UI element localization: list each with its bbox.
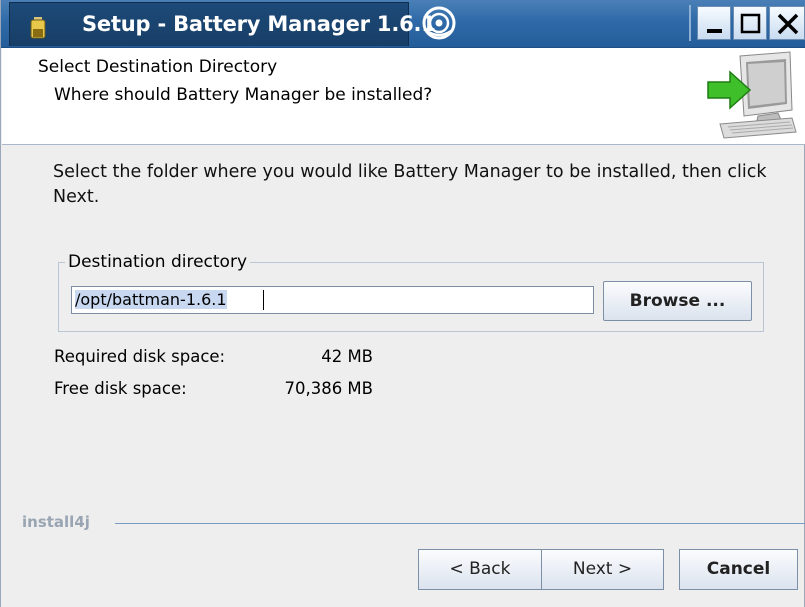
computer-with-arrow-icon	[707, 51, 797, 139]
cancel-button[interactable]: Cancel	[679, 549, 798, 590]
required-space-value: 42 MB	[321, 347, 373, 366]
free-space-label: Free disk space:	[54, 379, 187, 398]
installer-brand: install4j	[22, 513, 90, 531]
minimize-button[interactable]	[697, 6, 731, 40]
maximize-icon	[740, 13, 761, 34]
browse-button[interactable]: Browse ...	[603, 281, 752, 321]
title-divider	[689, 5, 691, 41]
next-button[interactable]: Next >	[541, 549, 664, 590]
installer-window: Setup - Battery Manager 1.6.1 Select Des…	[0, 0, 805, 607]
maximize-button[interactable]	[733, 6, 767, 40]
page-title: Select Destination Directory	[38, 57, 278, 77]
close-button[interactable]	[769, 6, 805, 40]
title-tab[interactable]: Setup - Battery Manager 1.6.1	[9, 2, 436, 46]
minimize-icon	[707, 29, 722, 33]
required-space-label: Required disk space:	[54, 347, 226, 366]
free-space-value: 70,386 MB	[284, 379, 373, 398]
close-icon	[777, 13, 799, 35]
footer-divider	[115, 523, 805, 524]
distro-logo-icon	[422, 6, 456, 40]
title-bar[interactable]: Setup - Battery Manager 1.6.1	[1, 0, 805, 48]
page-subtitle: Where should Battery Manager be installe…	[54, 85, 433, 105]
back-button[interactable]: < Back	[418, 549, 542, 590]
instruction-text: Select the folder where you would like B…	[53, 162, 767, 207]
window-title: Setup - Battery Manager 1.6.1	[82, 12, 436, 36]
text-caret	[263, 290, 264, 310]
destination-group-label: Destination directory	[65, 252, 251, 272]
destination-directory-value: /opt/battman-1.6.1	[75, 290, 227, 309]
battery-icon	[30, 17, 46, 39]
wizard-header: Select Destination Directory Where shoul…	[2, 48, 805, 145]
destination-directory-input[interactable]: /opt/battman-1.6.1	[71, 286, 594, 314]
